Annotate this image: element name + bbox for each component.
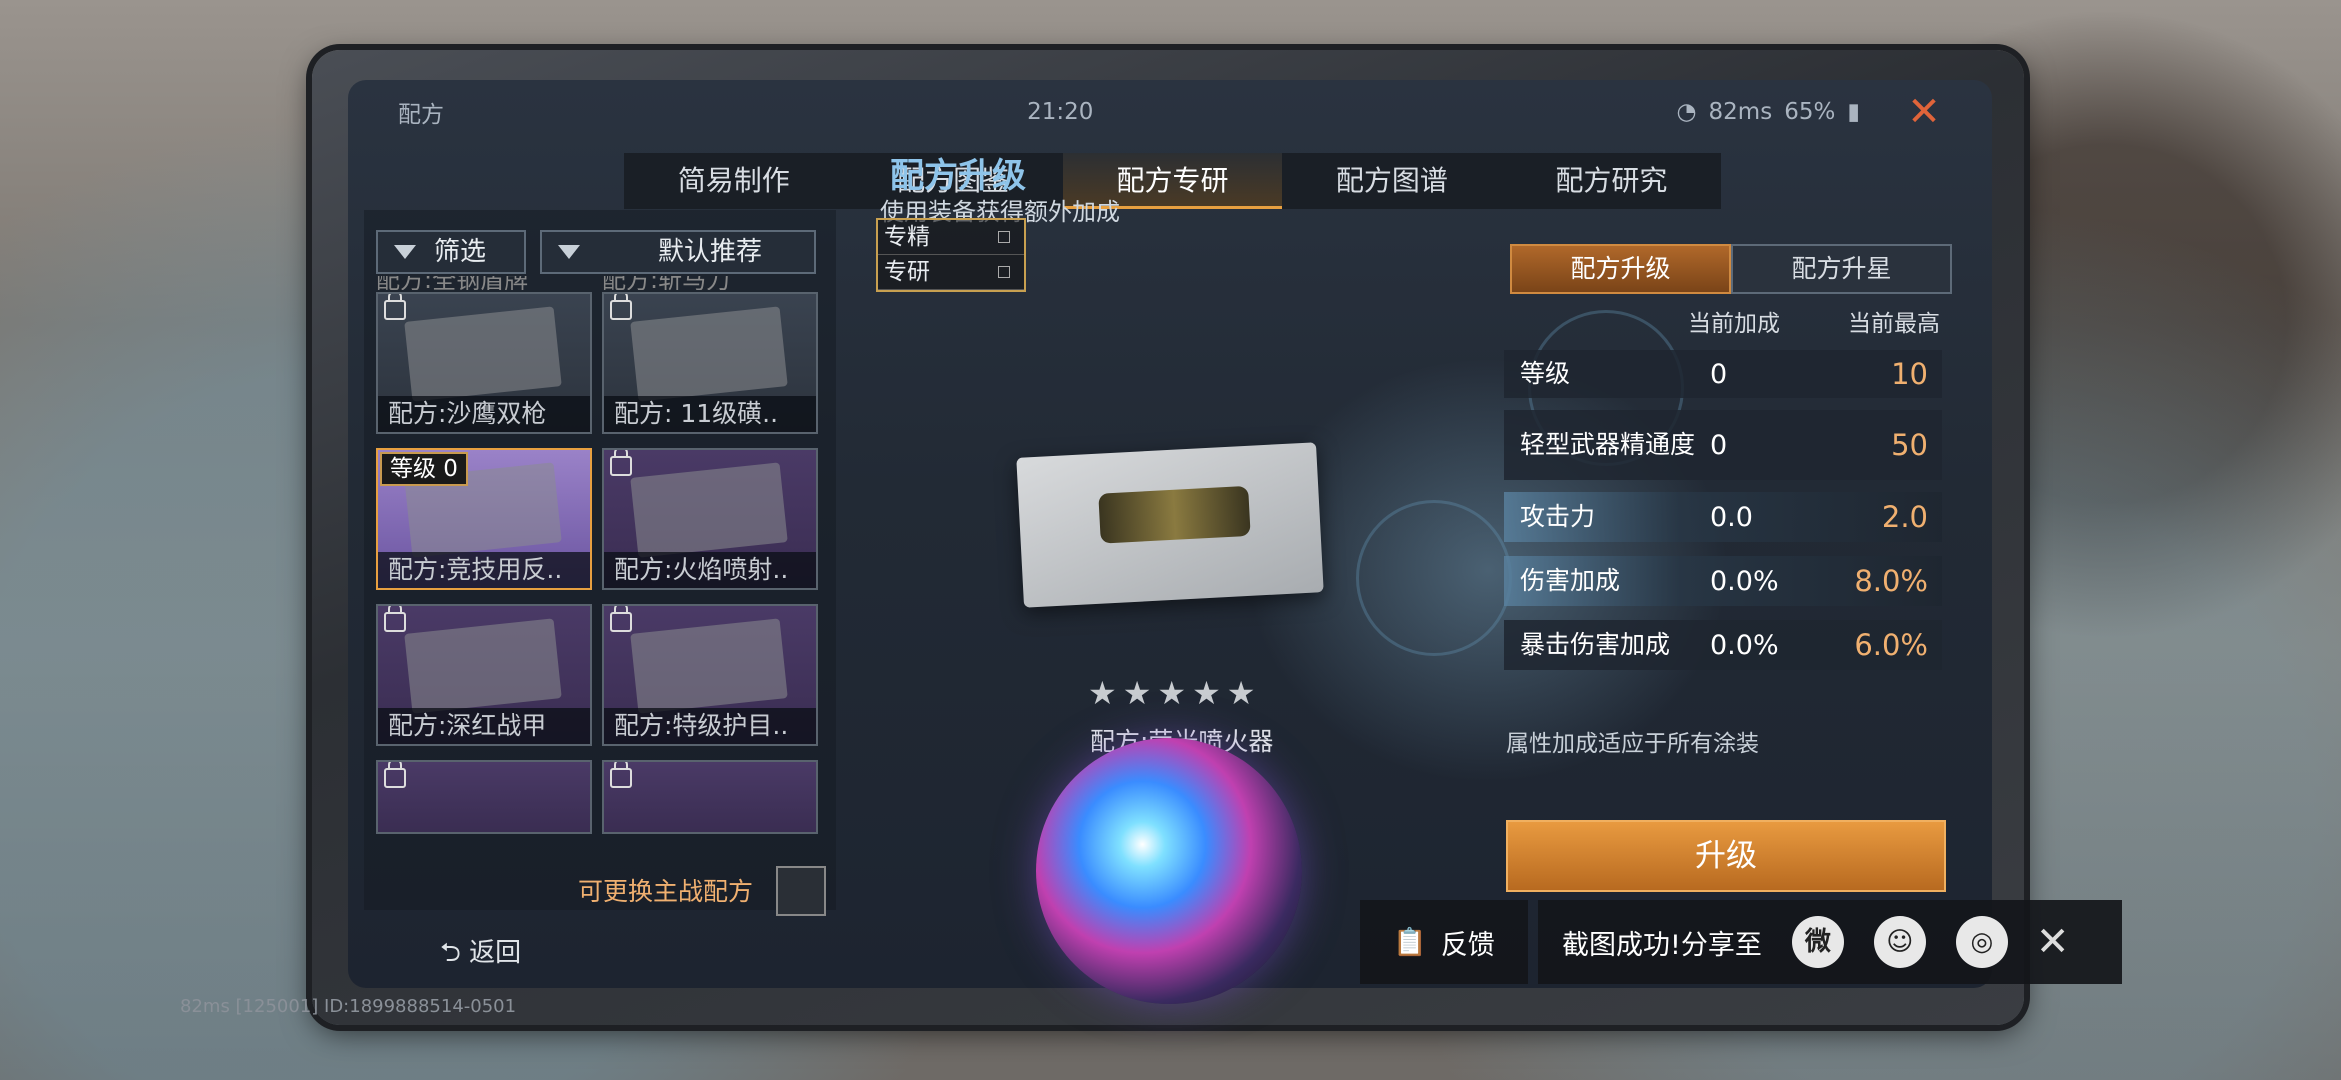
stat-row-level: 等级 0 10	[1504, 350, 1942, 398]
stat-row-attack: 攻击力 0.0 2.0	[1504, 492, 1942, 542]
header-max: 当前最高	[1848, 311, 1940, 337]
close-icon[interactable]: ✕	[2036, 919, 2070, 965]
deco-circle	[1356, 500, 1512, 656]
recipe-paper-image	[404, 618, 562, 714]
lock-icon	[610, 606, 632, 632]
close-icon[interactable]: ✕	[1904, 92, 1944, 132]
mode-study[interactable]: 专研	[878, 255, 1024, 290]
level-badge: 等级 0	[380, 452, 468, 486]
lock-icon	[384, 606, 406, 632]
recipe-item-image	[1016, 442, 1324, 608]
clock: 21:20	[1027, 99, 1094, 125]
recipe-card[interactable]: 配方:沙鹰双枪	[376, 292, 592, 434]
ping-value: 82ms	[1708, 99, 1773, 125]
feedback-label: 反馈	[1440, 929, 1495, 961]
screenshot-share-bar: 截图成功!分享至 微 ☺ ◎ ✕	[1538, 900, 2122, 984]
sort-dropdown[interactable]: 默认推荐	[540, 230, 816, 274]
flamethrower-image	[1098, 485, 1251, 544]
footer-info: 82ms [125001] ID:1899888514-0501	[180, 996, 517, 1017]
upgrade-title: 配方升级	[890, 156, 1026, 196]
recipe-paper-image	[630, 618, 788, 714]
share-message: 截图成功!分享至	[1562, 929, 1762, 961]
tab-upgrade[interactable]: 配方升级	[1510, 244, 1731, 294]
cut-card-label: 配方:斩马刀	[602, 276, 731, 290]
battery-icon: ▮	[1847, 99, 1860, 125]
recipe-card[interactable]: 配方:特级护目..	[602, 604, 818, 746]
back-button[interactable]: ⮌ 返回	[440, 932, 521, 978]
stat-row-mastery: 轻型武器精通度 0 50	[1504, 410, 1942, 480]
clipboard-icon: 📋	[1393, 927, 1427, 958]
lock-icon	[384, 762, 406, 788]
lock-icon	[384, 294, 406, 320]
recipe-list-panel: 筛选 默认推荐 配方:全钢盾牌 配方:斩马刀 配方:沙鹰双枪 配方: 11级磺.…	[364, 210, 836, 910]
stat-row-crit-damage: 暴击伤害加成 0.0% 6.0%	[1504, 620, 1942, 670]
weibo-icon[interactable]: 微	[1791, 916, 1844, 968]
recipe-paper-image	[630, 306, 788, 402]
status-bar: 配方 21:20 ◔ 82ms 65% ▮	[348, 80, 1992, 144]
status-indicators: ◔ 82ms 65% ▮	[1676, 99, 1942, 125]
star-rating: ★★★★★	[1088, 674, 1262, 712]
recipe-card[interactable]: 配方:深红战甲	[376, 604, 592, 746]
recipe-card-name: 配方:火焰喷射..	[604, 552, 816, 588]
tab-recipe-research[interactable]: 配方研究	[1502, 153, 1721, 209]
lock-icon	[610, 762, 632, 788]
upgrade-button[interactable]: 升级	[1506, 820, 1946, 892]
mode-specialize[interactable]: 专精	[878, 220, 1024, 255]
recipe-card[interactable]: 配方: 11级磺..	[602, 292, 818, 434]
return-arrow-icon: ⮌	[440, 938, 470, 968]
recipe-card-name: 配方:沙鹰双枪	[378, 396, 590, 432]
tab-recipe-atlas[interactable]: 配方图谱	[1282, 153, 1501, 209]
recipe-card-name: 配方:特级护目..	[604, 708, 816, 744]
filter-dropdown[interactable]: 筛选	[376, 230, 526, 274]
recipe-card[interactable]	[376, 760, 592, 834]
tab-simple-craft[interactable]: 简易制作	[624, 153, 843, 209]
skin-note: 属性加成适应于所有涂装	[1506, 731, 1759, 757]
recipe-card[interactable]	[602, 760, 818, 834]
feedback-button[interactable]: 📋 反馈	[1360, 900, 1528, 984]
main-tabs: 简易制作 配方图鉴 配方专研 配方图谱 配方研究	[624, 153, 1721, 209]
window-title: 配方	[398, 102, 444, 128]
filter-label: 筛选	[434, 237, 487, 267]
recipe-card-name: 配方: 11级磺..	[604, 396, 816, 432]
triangle-down-icon	[394, 245, 416, 259]
swap-recipe-icon[interactable]	[776, 866, 826, 916]
cut-card-label: 配方:全钢盾牌	[376, 276, 529, 290]
recipe-card-name: 配方:竞技用反..	[378, 552, 590, 588]
tab-star-up[interactable]: 配方升星	[1731, 244, 1952, 294]
wifi-icon: ◔	[1676, 99, 1697, 125]
moments-icon[interactable]: ◎	[1955, 916, 2008, 968]
swap-recipe-label[interactable]: 可更换主战配方	[578, 872, 753, 908]
triangle-down-icon	[558, 245, 580, 259]
sort-label: 默认推荐	[658, 237, 763, 267]
recipe-card-selected[interactable]: 等级 0 配方:竞技用反..	[376, 448, 592, 590]
right-tabs: 配方升级 配方升星	[1510, 244, 1952, 294]
siri-orb	[1036, 738, 1302, 1004]
wechat-icon[interactable]: ☺	[1873, 916, 1926, 968]
recipe-card-name: 配方:深红战甲	[378, 708, 590, 744]
recipe-paper-image	[630, 462, 788, 558]
recipe-paper-image	[404, 306, 562, 402]
lock-icon	[610, 450, 632, 476]
lock-icon	[610, 294, 632, 320]
stat-row-damage-bonus: 伤害加成 0.0% 8.0%	[1504, 556, 1942, 606]
header-current: 当前加成	[1688, 311, 1780, 337]
recipe-card[interactable]: 配方:火焰喷射..	[602, 448, 818, 590]
mode-switch: 专精 专研	[876, 218, 1026, 292]
battery-value: 65%	[1784, 99, 1836, 125]
